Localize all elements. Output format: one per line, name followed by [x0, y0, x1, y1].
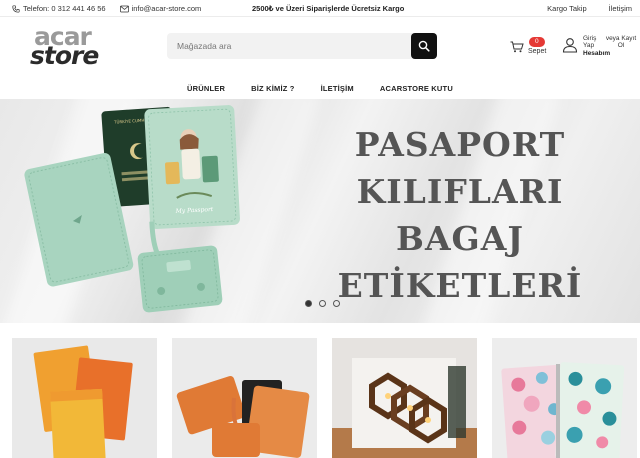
hero-headline: PASAPORT KILIFLARI BAGAJ ETİKETLERİ [330, 121, 590, 309]
mail-icon [119, 5, 129, 12]
phone-text: Telefon: 0 312 441 46 56 [23, 4, 106, 13]
email-text: info@acar-store.com [131, 4, 202, 13]
nav-acarstore-box[interactable]: ACARSTORE KUTU [380, 84, 453, 93]
cargo-tracking-link[interactable]: Kargo Takip [547, 4, 586, 13]
product-card-hexagon-shelf[interactable] [332, 338, 477, 458]
user-icon [562, 38, 578, 53]
cart-icon [510, 41, 524, 53]
hero-line: KILIFLARI [356, 172, 564, 211]
free-shipping-promo: 2500₺ ve Üzeri Siparişlerde Ücretsiz Kar… [252, 4, 405, 13]
register-link[interactable]: veya Kayıt Ol [602, 35, 640, 49]
slide-dot-1[interactable] [305, 300, 312, 307]
phone-contact[interactable]: Telefon: 0 312 441 46 56 [12, 4, 106, 13]
hero-line: PASAPORT [354, 125, 566, 164]
search-bar [167, 33, 437, 59]
contact-link[interactable]: İletişim [609, 4, 632, 13]
hero-line: BAGAJ [396, 219, 524, 258]
nav-about[interactable]: BİZ KİMİZ ? [251, 84, 294, 93]
search-button[interactable] [411, 33, 437, 59]
cart-button[interactable]: 0 Sepet [510, 37, 560, 62]
product-card-passport-set[interactable] [172, 338, 317, 458]
slide-dot-2[interactable] [319, 300, 326, 307]
hero-line: ETİKETLERİ [337, 266, 583, 305]
cart-label: Sepet [528, 48, 547, 55]
product-card-notebooks[interactable] [12, 338, 157, 458]
hero-product-image: TÜRKİYE CUMHURİYETİ My Passport [24, 105, 240, 313]
account-label: Hesabım [583, 50, 611, 57]
product-image [172, 338, 317, 458]
nav-contact[interactable]: İLETİŞİM [321, 84, 354, 93]
email-contact[interactable]: info@acar-store.com [119, 4, 202, 13]
product-grid [0, 336, 640, 458]
logo-store: store [30, 41, 99, 70]
slider-dots [305, 300, 347, 307]
nav-products[interactable]: ÜRÜNLER [187, 84, 225, 93]
contact-info: Telefon: 0 312 441 46 56 info@acar-store… [12, 4, 215, 13]
site-logo[interactable]: acar store [30, 24, 110, 70]
product-image [492, 338, 637, 458]
product-image [332, 338, 477, 458]
header: acar store 0 Sepet Giriş Yap veya Kayıt … [0, 18, 640, 76]
top-bar: Telefon: 0 312 441 46 56 info@acar-store… [0, 0, 640, 17]
search-input[interactable] [167, 33, 411, 59]
product-card-floral-notebooks[interactable] [492, 338, 637, 458]
login-link[interactable]: Giriş Yap [583, 35, 601, 49]
cart-count-badge: 0 [529, 37, 545, 47]
slide-dot-3[interactable] [333, 300, 340, 307]
top-links: Kargo Takip İletişim [525, 4, 632, 13]
search-icon [418, 40, 430, 52]
hero-slider[interactable]: TÜRKİYE CUMHURİYETİ My Passport PASAPORT… [0, 99, 640, 323]
product-image [12, 338, 157, 458]
phone-icon [12, 4, 20, 13]
account-menu[interactable]: Giriş Yap veya Kayıt Ol Hesabım [562, 35, 640, 65]
main-nav: ÜRÜNLER BİZ KİMİZ ? İLETİŞİM ACARSTORE K… [0, 77, 640, 99]
